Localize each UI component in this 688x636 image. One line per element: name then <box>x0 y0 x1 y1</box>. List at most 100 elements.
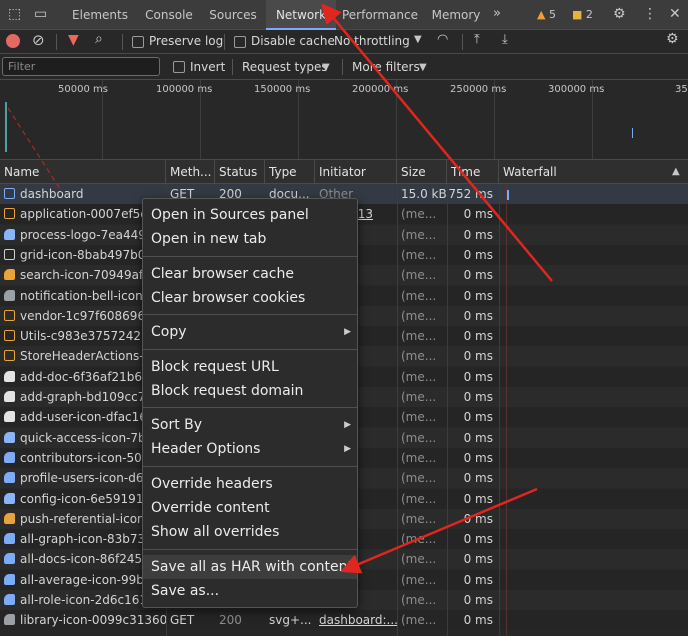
menu-item-clear-browser-cookies[interactable]: Clear browser cookies <box>143 286 357 310</box>
menu-item-save-all-as-har-with-content[interactable]: Save all as HAR with content <box>143 554 357 579</box>
device-toolbar-icon[interactable]: ▭ <box>34 6 47 22</box>
menu-item-block-request-url[interactable]: Block request URL <box>143 355 357 379</box>
image-icon <box>4 228 15 240</box>
table-row[interactable]: library-icon-0099c31360... GET 200 svg+... d… <box>0 610 688 631</box>
waterfall-bar <box>507 190 509 200</box>
tab-elements[interactable]: Elements <box>62 0 138 30</box>
menu-separator <box>143 548 357 550</box>
network-conditions-wifi-icon[interactable]: ◠ <box>437 32 448 47</box>
tab-network[interactable]: Network <box>266 0 336 30</box>
request-name: all-role-icon-2d6c1613c <box>20 593 162 607</box>
more-tabs-chevron-icon[interactable]: » <box>493 6 501 21</box>
close-devtools-icon[interactable]: ✕ <box>669 6 681 22</box>
network-overview-timeline[interactable]: 50000 ms 100000 ms 150000 ms 200000 ms 25000… <box>0 80 688 160</box>
issue-icon: ■ <box>572 8 583 21</box>
more-filters-dropdown[interactable]: More filters <box>352 60 420 74</box>
menu-item-label: Clear browser cache <box>151 265 294 282</box>
request-size-cell: 15.0 kB <box>401 187 447 201</box>
column-header-waterfall[interactable]: Waterfall <box>499 160 688 184</box>
menu-item-copy[interactable]: Copy ▶ <box>143 320 357 344</box>
menu-item-label: Show all overrides <box>151 524 280 541</box>
export-har-download-icon[interactable]: ⤓ <box>502 32 508 47</box>
inspect-element-icon[interactable]: ⬚ <box>8 6 21 22</box>
column-header-method[interactable]: Meth... <box>166 160 215 184</box>
clear-icon[interactable]: ⊘ <box>32 31 45 49</box>
sort-ascending-icon[interactable]: ▲ <box>672 166 680 177</box>
toolbar-divider <box>462 34 463 50</box>
menu-item-override-headers[interactable]: Override headers <box>143 472 357 496</box>
request-name: add-user-icon-dfac1661 <box>20 410 163 425</box>
menu-item-sort-by[interactable]: Sort By ▶ <box>143 413 357 437</box>
menu-item-label: Open in new tab <box>151 231 267 248</box>
request-initiator-cell[interactable]: dashboard:... <box>315 610 397 630</box>
chevron-down-icon[interactable]: ▼ <box>419 62 427 73</box>
request-time-cell: 0 ms <box>463 491 493 506</box>
chevron-down-icon[interactable]: ▼ <box>322 62 330 73</box>
request-name-cell[interactable]: library-icon-0099c31360... <box>0 610 166 630</box>
settings-gear-icon[interactable]: ⚙ <box>613 6 626 22</box>
request-name: add-graph-bd109cc726 <box>20 390 161 404</box>
tab-performance[interactable]: Performance <box>336 0 424 30</box>
request-name: StoreHeaderActions-02 <box>20 349 159 364</box>
request-time-cell: 0 ms <box>463 572 493 587</box>
request-size-cell: (me... <box>401 207 437 222</box>
request-time-cell: 0 ms <box>463 390 493 404</box>
disable-cache-checkbox[interactable] <box>234 36 246 48</box>
image-icon <box>4 431 15 443</box>
script-icon <box>4 309 15 321</box>
menu-item-clear-browser-cache[interactable]: Clear browser cache <box>143 262 357 286</box>
menu-item-open-in-new-tab[interactable]: Open in new tab <box>143 227 357 251</box>
menu-item-show-all-overrides[interactable]: Show all overrides <box>143 520 357 544</box>
tab-memory[interactable]: Memory <box>424 0 488 30</box>
menu-item-override-content[interactable]: Override content <box>143 496 357 520</box>
menu-item-label: Block request URL <box>151 358 279 375</box>
menu-separator <box>143 348 357 350</box>
request-types-dropdown[interactable]: Request types <box>242 60 328 74</box>
invert-checkbox[interactable] <box>173 61 185 73</box>
menu-item-header-options[interactable]: Header Options ▶ <box>143 437 357 461</box>
column-header-size[interactable]: Size <box>397 160 447 184</box>
import-har-upload-icon[interactable]: ⤒ <box>474 32 480 47</box>
overview-tick-label: 150000 ms <box>254 84 311 95</box>
search-icon[interactable]: ⌕ <box>95 31 103 47</box>
request-time-cell: 0 ms <box>463 227 493 242</box>
request-time-cell: 0 ms <box>463 410 493 425</box>
filter-funnel-icon[interactable]: ▼ <box>68 32 79 48</box>
filter-input[interactable] <box>2 57 160 76</box>
menu-item-block-request-domain[interactable]: Block request domain <box>143 379 357 403</box>
tab-console[interactable]: Console <box>138 0 200 30</box>
document-icon <box>4 188 15 199</box>
disable-cache-label: Disable cache <box>251 34 335 48</box>
menu-item-label: Sort By <box>151 417 203 434</box>
menu-item-label: Open in Sources panel <box>151 207 309 223</box>
chevron-down-icon[interactable]: ▼ <box>414 34 422 45</box>
request-size-cell: (me... <box>401 491 437 506</box>
image-icon <box>4 472 15 484</box>
column-header-name[interactable]: Name <box>0 160 166 184</box>
throttling-select[interactable]: No throttling <box>334 34 410 48</box>
menu-item-label: Header Options <box>151 441 261 458</box>
preserve-log-checkbox[interactable] <box>132 36 144 48</box>
menu-item-save-as[interactable]: Save as... <box>143 579 357 603</box>
column-header-time[interactable]: Time <box>447 160 499 184</box>
request-name: grid-icon-8bab497b013 <box>20 247 161 262</box>
network-settings-gear-icon[interactable]: ⚙ <box>666 31 679 47</box>
warnings-badge[interactable]: ▲ 5 <box>537 8 556 21</box>
column-header-type[interactable]: Type <box>265 160 315 184</box>
errors-badge[interactable]: ■ 2 <box>572 8 593 21</box>
tab-sources[interactable]: Sources <box>200 0 266 30</box>
request-time-cell: 0 ms <box>463 552 493 567</box>
submenu-arrow-icon: ▶ <box>344 420 351 431</box>
request-name: add-doc-6f36af21b686 <box>20 369 158 384</box>
request-time-cell: 0 ms <box>463 329 493 344</box>
toolbar-divider <box>224 34 225 50</box>
request-size-cell: (me... <box>401 268 437 283</box>
request-time-cell: 0 ms <box>463 511 493 526</box>
column-header-initiator[interactable]: Initiator <box>315 160 397 184</box>
menu-item-open-in-sources-panel[interactable]: Open in Sources panel <box>143 203 357 227</box>
menu-separator <box>143 465 357 467</box>
overview-tick-label: 35 <box>675 84 688 95</box>
column-header-status[interactable]: Status <box>215 160 265 184</box>
more-options-icon[interactable]: ⋮ <box>643 6 657 22</box>
record-stop-icon[interactable] <box>6 34 20 48</box>
